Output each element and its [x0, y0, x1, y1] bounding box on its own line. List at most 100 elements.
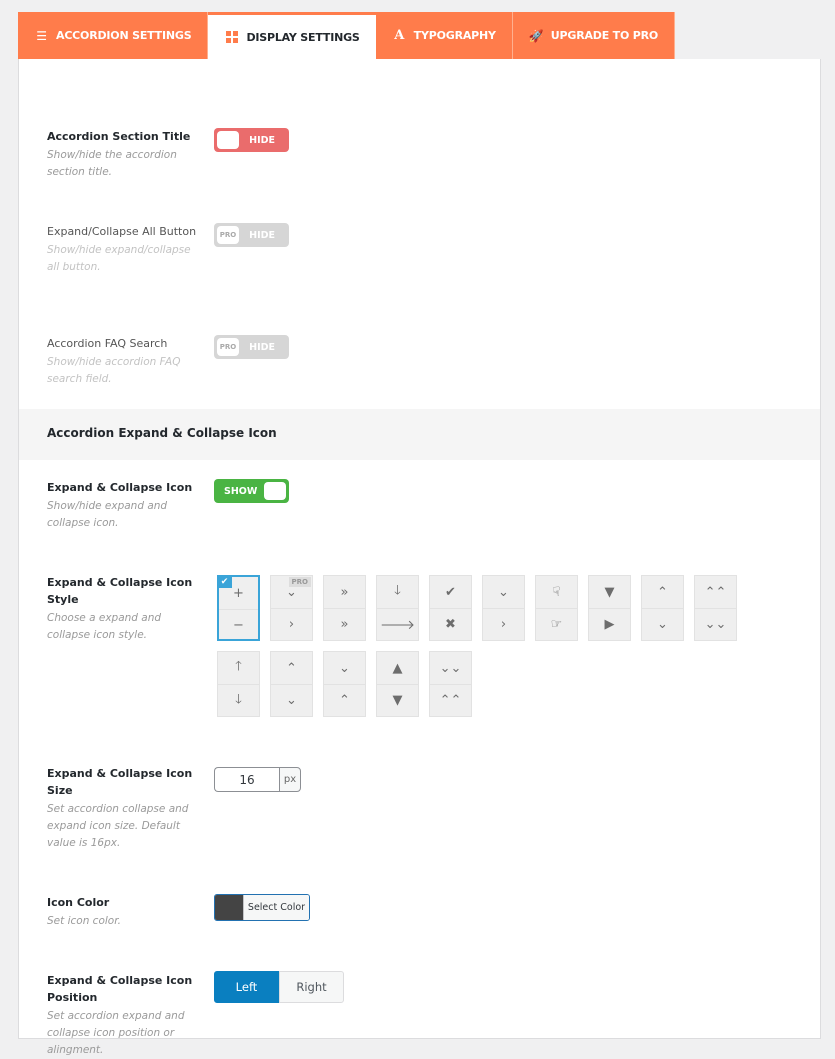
expand-icon: ⌃⌃ [704, 584, 727, 600]
expand-icon: ▲ [392, 660, 403, 676]
rocket-icon: 🚀 [528, 28, 544, 43]
icon-style-option-plus-minus[interactable]: + − ✔ [217, 575, 260, 641]
setting-description: Show/hide expand and collapse icon. [47, 500, 168, 529]
setting-label: Expand & Collapse Icon Style [47, 576, 193, 606]
setting-description: Show/hide the accordion section title. [47, 149, 177, 178]
tab-display-settings[interactable]: Display Settings [208, 12, 376, 59]
toggle-knob [217, 131, 239, 149]
setting-description: Set icon color. [47, 915, 121, 927]
collapse-icon: ⌄ [271, 684, 312, 716]
icon-style-option-double-angle-down-up[interactable]: ⌄⌄ ⌃⌃ [429, 651, 472, 717]
tab-bar: ☰ Accordion Settings Display Settings A … [18, 12, 821, 59]
font-icon: A [394, 28, 405, 43]
collapse-icon: ⌃⌃ [430, 684, 471, 716]
setting-faq-search: Accordion FAQ Search Show/hide accordion… [47, 335, 197, 388]
unit-label: px [279, 767, 301, 792]
icon-color-picker[interactable]: Select Color [214, 894, 310, 921]
settings-wrapper: ☰ Accordion Settings Display Settings A … [18, 12, 821, 1056]
expand-icon: ⌃ [657, 584, 668, 600]
collapse-icon: › [483, 608, 524, 640]
show-icon-toggle[interactable]: SHOW [214, 479, 289, 503]
icon-style-option-caret-up-down[interactable]: ▲ ▼ [376, 651, 419, 717]
section-title-toggle[interactable]: HIDE [214, 128, 289, 152]
icon-style-option-chevron-down-right[interactable]: ⌄ › [482, 575, 525, 641]
expand-icon: » [340, 584, 349, 600]
setting-description: Set accordion collapse and expand icon s… [47, 803, 189, 849]
tab-label: Upgrade to Pro [550, 29, 659, 42]
toggle-text: HIDE [249, 229, 275, 241]
collapse-icon: ✖ [430, 608, 471, 640]
grid-icon [225, 31, 238, 44]
setting-description: Choose a expand and collapse icon style. [47, 612, 162, 641]
icon-style-option-angle-up-down[interactable]: ⌃ ⌄ [641, 575, 684, 641]
settings-panel: Accordion Section Title Show/hide the ac… [18, 59, 821, 1056]
expand-icon: ⌄ [498, 584, 509, 600]
icon-style-option-double-angle-up-down[interactable]: ⌃⌃ ⌄⌄ [694, 575, 737, 641]
collapse-icon: ▼ [377, 684, 418, 716]
setting-icon-position: Expand & Collapse Icon Position Set acco… [47, 972, 197, 1059]
position-right-button[interactable]: Right [279, 971, 344, 1003]
icon-size-input[interactable] [214, 767, 279, 792]
expand-icon: ⌄ [339, 660, 350, 676]
icon-style-option-angle-down-right[interactable]: ⌄ › PRO [270, 575, 313, 641]
setting-icon-color: Icon Color Set icon color. [47, 894, 197, 930]
expand-icon: ⌃ [286, 660, 297, 676]
icon-size-field: px [214, 767, 301, 792]
setting-show-icon: Expand & Collapse Icon Show/hide expand … [47, 479, 197, 532]
setting-label: Expand/Collapse All Button [47, 225, 197, 238]
pro-badge: PRO [217, 338, 239, 356]
icon-style-option-caret-down-right[interactable]: ▼ ▶ [588, 575, 631, 641]
setting-description: Set accordion expand and collapse icon p… [47, 1010, 185, 1056]
collapse-icon: 🡓 [218, 684, 259, 716]
setting-label: Expand & Collapse Icon [47, 481, 193, 494]
tab-accordion-settings[interactable]: ☰ Accordion Settings [18, 12, 209, 59]
toggle-knob [264, 482, 286, 500]
expand-icon: ▼ [604, 584, 615, 600]
icon-style-option-check-times[interactable]: ✔ ✖ [429, 575, 472, 641]
select-color-button[interactable]: Select Color [243, 895, 309, 920]
section-header: Accordion Expand & Collapse Icon [19, 409, 820, 460]
icon-style-option-chevron-up-down[interactable]: ⌃ ⌄ [270, 651, 313, 717]
expand-icon: 🡑 [235, 659, 242, 674]
setting-label: Accordion FAQ Search [47, 337, 168, 350]
setting-description: Show/hide accordion FAQ search field. [47, 356, 181, 385]
color-swatch [215, 895, 243, 920]
collapse-icon: ⌃ [324, 684, 365, 716]
expand-icon: 🡓 [394, 583, 401, 598]
position-left-button[interactable]: Left [214, 971, 279, 1003]
list-icon: ☰ [36, 28, 47, 43]
tab-label: Accordion Settings [56, 29, 192, 42]
tab-upgrade-to-pro[interactable]: 🚀 Upgrade to Pro [512, 12, 676, 59]
icon-style-picker: + − ✔ ⌄ › PRO»» 🡓 🡒 ✔ ✖ ⌄ › ☟ ☞ ▼ ▶ ⌃ ⌄ ⌃⌃ ⌄⌄ 🡑 🡓 ⌃ ⌄ ⌄ ⌃ ▲ ▼ ⌄⌄ ⌃⌃ [217, 575, 757, 725]
icon-style-option-angle-down-up[interactable]: ⌄ ⌃ [323, 651, 366, 717]
icon-position-selector: Left Right [214, 971, 344, 1003]
toggle-text: HIDE [249, 134, 275, 146]
expand-icon: ⌄⌄ [439, 660, 462, 676]
setting-expand-all: Expand/Collapse All Button Show/hide exp… [47, 223, 197, 276]
collapse-icon: ⌄ [642, 608, 683, 640]
faq-search-toggle[interactable]: PRO HIDE [214, 335, 289, 359]
setting-label: Accordion Section Title [47, 130, 191, 143]
setting-label: Expand & Collapse Icon Position [47, 974, 193, 1004]
icon-style-option-arrow-down-right[interactable]: 🡓 🡒 [376, 575, 419, 641]
icon-style-option-arrow-up-down[interactable]: 🡑 🡓 [217, 651, 260, 717]
collapse-icon: 🡒 [377, 608, 418, 640]
tab-label: Display Settings [246, 30, 360, 44]
collapse-icon: › [271, 608, 312, 640]
expand-all-toggle[interactable]: PRO HIDE [214, 223, 289, 247]
icon-style-option-hand-down-right[interactable]: ☟ ☞ [535, 575, 578, 641]
check-icon: ✔ [217, 575, 232, 588]
setting-section-title: Accordion Section Title Show/hide the ac… [47, 128, 197, 181]
pro-badge: PRO [217, 226, 239, 244]
setting-icon-size: Expand & Collapse Icon Size Set accordio… [47, 765, 197, 852]
toggle-text: HIDE [249, 341, 275, 353]
expand-icon: ✔ [445, 584, 456, 600]
expand-icon: ☟ [552, 584, 561, 600]
tab-typography[interactable]: A Typography [375, 12, 513, 59]
collapse-icon: ▶ [589, 608, 630, 640]
collapse-icon: ☞ [536, 608, 577, 640]
icon-style-option-double-angle[interactable]: »» [323, 575, 366, 641]
collapse-icon: − [219, 609, 258, 641]
collapse-icon: » [324, 608, 365, 640]
setting-label: Icon Color [47, 896, 110, 909]
